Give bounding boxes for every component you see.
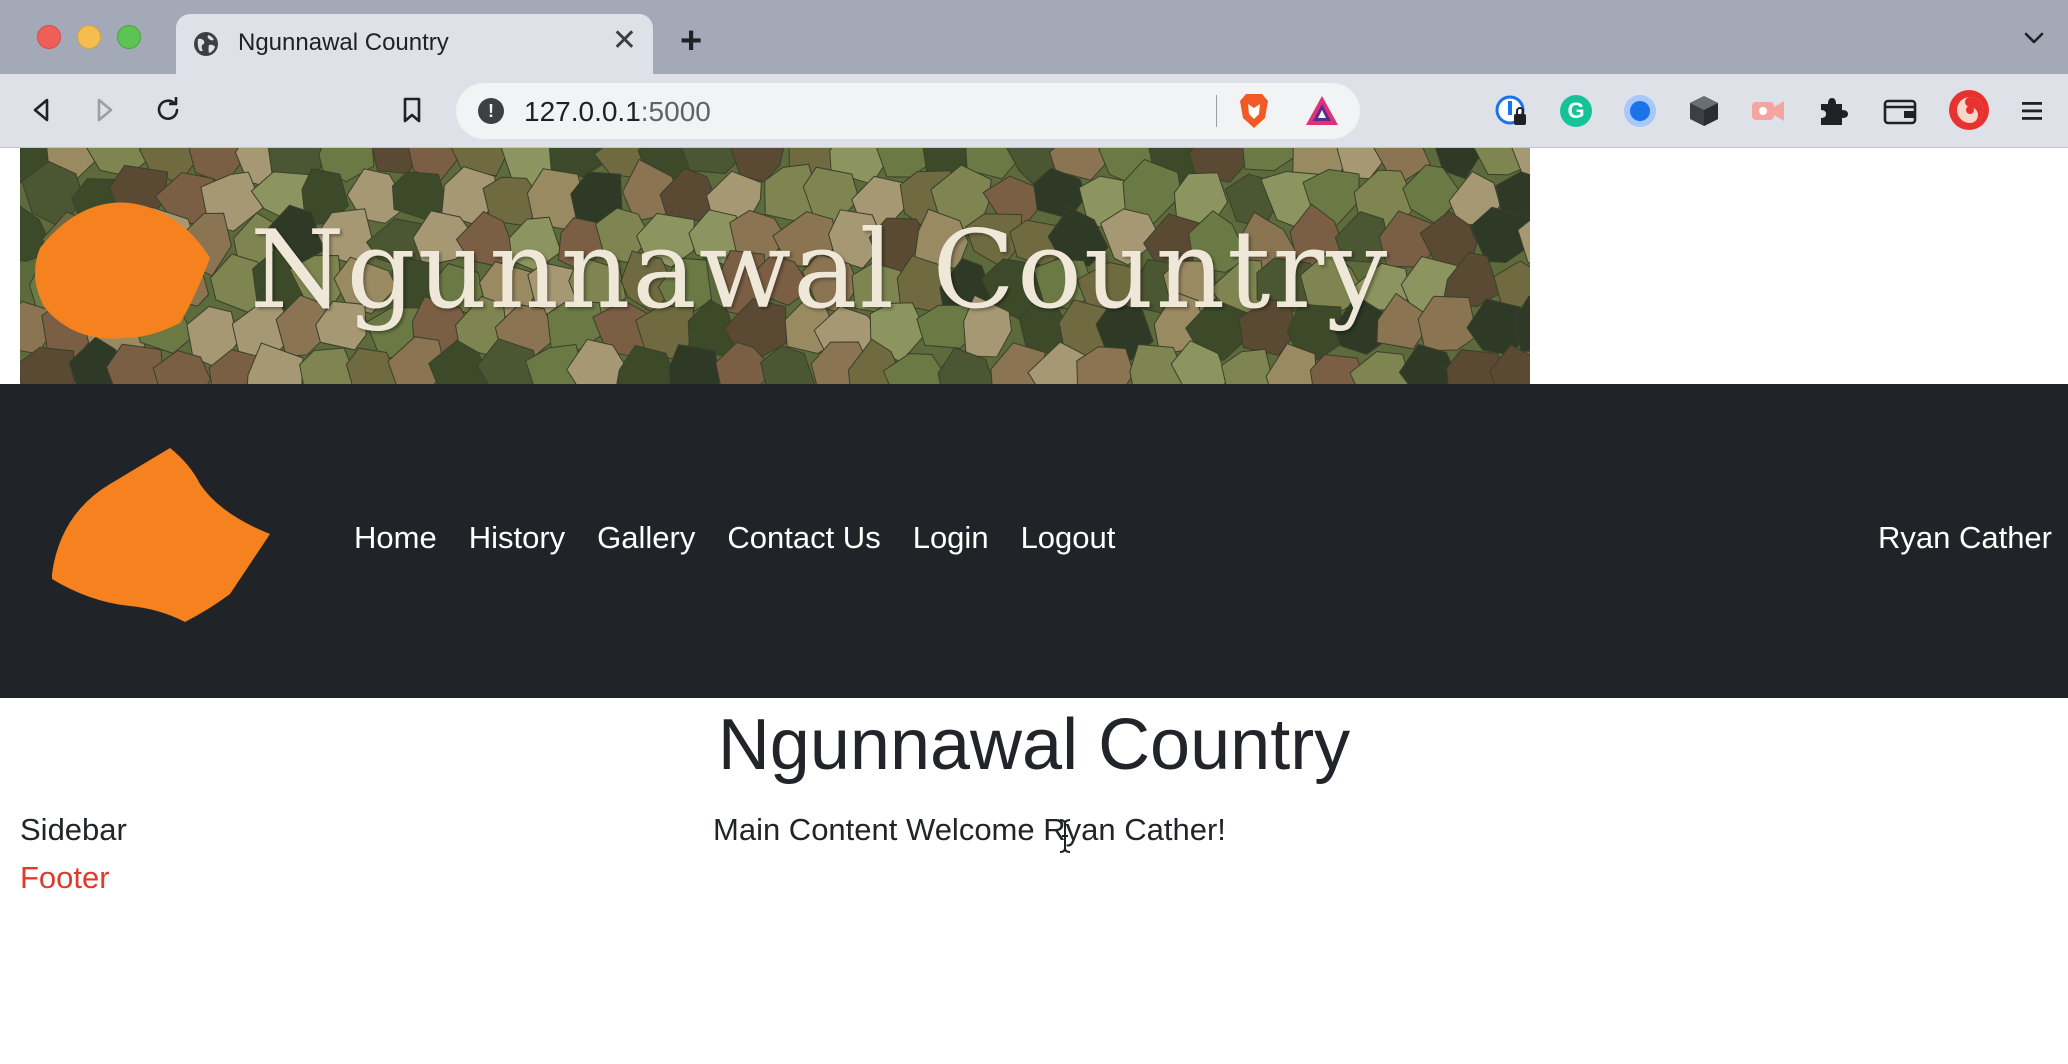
footer: Footer: [20, 860, 110, 895]
site-logo-icon[interactable]: [50, 444, 276, 624]
minimize-window-button[interactable]: [77, 25, 101, 49]
brave-shields-button[interactable]: [1234, 91, 1274, 131]
blue-circle-extension-button[interactable]: [1620, 91, 1660, 131]
address-bar-divider: [1216, 95, 1217, 127]
brave-shields-icon: [1240, 94, 1268, 128]
banner-title: Ngunnawal Country: [250, 208, 1390, 333]
nav-link-history[interactable]: History: [469, 520, 565, 556]
bookmark-button[interactable]: [392, 90, 432, 130]
extensions-button[interactable]: [1812, 91, 1852, 131]
reload-icon: [157, 97, 179, 120]
browser-tab-strip: Ngunnawal Country ✕ +: [0, 0, 2068, 74]
address-url[interactable]: 127.0.0.1:5000: [524, 96, 711, 128]
video-extension-button[interactable]: [1748, 91, 1788, 131]
nav-link-login[interactable]: Login: [913, 520, 989, 556]
tab-title: Ngunnawal Country: [238, 29, 449, 56]
text-cursor-icon: [1059, 819, 1071, 853]
nav-link-logout[interactable]: Logout: [1021, 520, 1116, 556]
wallet-button[interactable]: [1880, 91, 1920, 131]
forward-icon: [97, 98, 113, 122]
site-banner: Ngunnawal Country: [20, 148, 1530, 384]
brave-rewards-button[interactable]: [1302, 91, 1342, 131]
wallet-icon: [1883, 99, 1917, 125]
new-tab-button[interactable]: +: [680, 22, 702, 60]
forward-button[interactable]: [84, 90, 124, 130]
extensions-puzzle-icon: [1821, 98, 1848, 125]
maximize-window-button[interactable]: [117, 25, 141, 49]
profile-button[interactable]: [1948, 89, 1990, 131]
address-bar[interactable]: ! 127.0.0.1:5000: [456, 83, 1360, 139]
tab-close-icon[interactable]: ✕: [612, 26, 637, 56]
web-page: Ngunnawal Country Home History Gallery C…: [0, 148, 2068, 1064]
main-content: Main Content Welcome Ryan Cather!: [713, 812, 1226, 847]
nav-user-name: Ryan Cather: [1877, 520, 2052, 555]
back-icon: [33, 98, 49, 122]
reload-button[interactable]: [148, 90, 188, 130]
browser-menu-button[interactable]: [2012, 91, 2052, 131]
browser-tab-active[interactable]: Ngunnawal Country ✕: [176, 14, 653, 74]
nav-link-home[interactable]: Home: [354, 520, 437, 556]
chevron-down-icon[interactable]: [2022, 26, 2046, 50]
password-manager-icon: [1495, 95, 1526, 125]
globe-icon: [194, 32, 218, 56]
close-window-button[interactable]: [37, 25, 61, 49]
nav-link-gallery[interactable]: Gallery: [597, 520, 695, 556]
profile-avatar-icon: [1949, 90, 1989, 130]
svg-text:G: G: [1567, 98, 1584, 123]
blue-circle-extension-icon: [1624, 95, 1656, 127]
video-extension-icon: [1752, 101, 1784, 121]
camouflage-patch: [668, 344, 723, 384]
browser-toolbar: ! 127.0.0.1:5000 G: [0, 74, 2068, 148]
menu-icon: [2022, 102, 2042, 120]
page-title: Ngunnawal Country: [717, 705, 1351, 785]
grammarly-button[interactable]: G: [1556, 91, 1596, 131]
nav-link-contact-us[interactable]: Contact Us: [727, 520, 880, 556]
cube-extension-button[interactable]: [1684, 91, 1724, 131]
site-navbar: Home History Gallery Contact Us Login Lo…: [0, 384, 2068, 698]
info-icon[interactable]: !: [478, 98, 504, 124]
bookmark-icon: [403, 97, 421, 123]
brave-rewards-icon: [1306, 96, 1338, 125]
back-button[interactable]: [22, 90, 62, 130]
grammarly-icon: G: [1560, 95, 1592, 127]
cube-extension-icon: [1690, 96, 1718, 126]
sidebar: Sidebar: [20, 812, 127, 847]
nav-links: Home History Gallery Contact Us Login Lo…: [354, 520, 1147, 556]
password-manager-button[interactable]: [1492, 91, 1532, 131]
